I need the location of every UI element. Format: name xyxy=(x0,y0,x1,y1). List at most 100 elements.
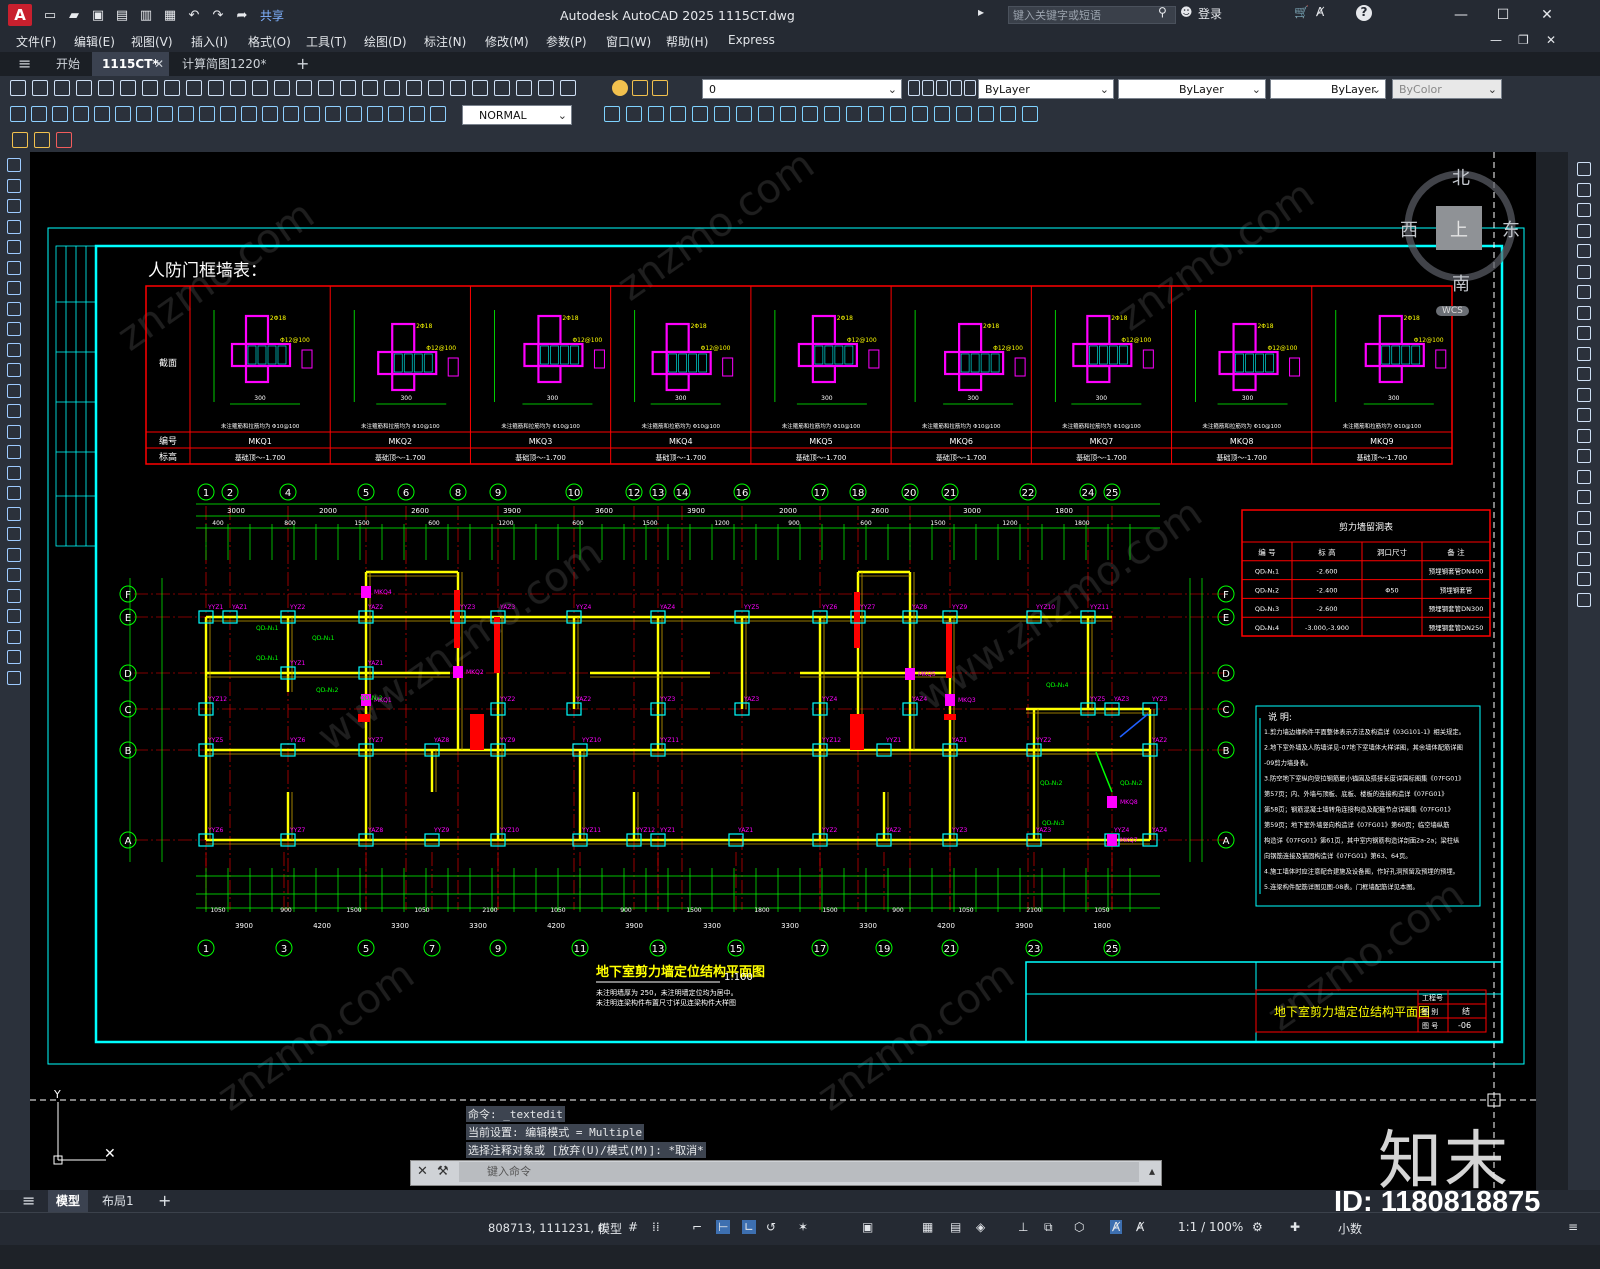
modify-tool-icon[interactable] xyxy=(626,106,642,122)
hamburger-menu-icon[interactable]: ≡ xyxy=(8,52,41,76)
dimension-tool-icon[interactable] xyxy=(283,106,299,122)
standard-tool-icon[interactable] xyxy=(120,80,136,96)
share-icon[interactable]: ➦ xyxy=(232,5,252,25)
attribute-icon[interactable] xyxy=(34,132,50,148)
modify-tool-icon[interactable] xyxy=(934,106,950,122)
menu-tools[interactable]: 工具(T) xyxy=(306,33,347,50)
standard-tool-icon[interactable] xyxy=(318,80,334,96)
lineweight-dropdown[interactable]: ByLayer ⌄ xyxy=(1270,79,1386,99)
redo-icon[interactable]: ↷ xyxy=(208,5,228,25)
linetype-dropdown[interactable]: ByLayer ⌄ xyxy=(1118,79,1266,99)
standard-tool-icon[interactable] xyxy=(76,80,92,96)
viewcube-wcs-menu[interactable]: WCS xyxy=(1436,306,1469,316)
new-file-icon[interactable]: ▭ xyxy=(40,5,60,25)
new-layout-button[interactable]: + xyxy=(150,1190,179,1212)
standard-tool-icon[interactable] xyxy=(208,80,224,96)
save-as-icon[interactable]: ▤ xyxy=(112,5,132,25)
standard-tool-icon[interactable] xyxy=(384,80,400,96)
command-expand-icon[interactable]: ▴ xyxy=(1149,1164,1155,1178)
cart-icon[interactable]: 🛒 xyxy=(1294,5,1309,19)
grid-icon[interactable]: # xyxy=(628,1220,638,1234)
otrack-icon[interactable]: ↺ xyxy=(766,1220,776,1234)
menu-parametric[interactable]: 参数(P) xyxy=(546,33,587,50)
modify-tool-icon[interactable] xyxy=(736,106,752,122)
tab-calc-sketch[interactable]: 计算简图1220* xyxy=(172,52,277,76)
modify-tool-icon[interactable] xyxy=(604,106,620,122)
annotation-monitor-icon[interactable]: ⊥ xyxy=(1018,1220,1028,1234)
draw-tool-icon[interactable] xyxy=(7,322,21,336)
modify-tool-icon[interactable] xyxy=(912,106,928,122)
draw-tool-icon[interactable] xyxy=(7,363,21,377)
workspace-gear-icon[interactable]: ⚙ xyxy=(1252,1220,1263,1234)
draw-tool-icon[interactable] xyxy=(7,465,21,480)
close-icon[interactable]: ✕ xyxy=(1534,4,1560,26)
menu-help[interactable]: 帮助(H) xyxy=(666,33,708,50)
modify-tool-icon[interactable] xyxy=(1577,182,1591,197)
help-icon[interactable]: ? xyxy=(1356,5,1372,21)
draw-tool-icon[interactable] xyxy=(7,670,21,685)
modify-tool-icon[interactable] xyxy=(1577,387,1591,402)
modify-tool-icon[interactable] xyxy=(1022,106,1038,122)
viewcube[interactable]: 北 南 东 西 上 WCS xyxy=(1396,164,1522,324)
dimension-tool-icon[interactable] xyxy=(94,106,110,122)
open-folder-icon[interactable]: ▰ xyxy=(64,5,84,25)
dimension-tool-icon[interactable] xyxy=(304,106,320,122)
modify-tool-icon[interactable] xyxy=(868,106,884,122)
close-command-icon[interactable]: ✕ xyxy=(417,1164,428,1179)
tab-close-icon[interactable]: ✕ xyxy=(152,52,166,76)
standard-tool-icon[interactable] xyxy=(54,80,70,96)
draw-tool-icon[interactable] xyxy=(7,629,21,644)
modify-tool-icon[interactable] xyxy=(692,106,708,122)
isometric-icon[interactable]: ⬡ xyxy=(1074,1220,1084,1234)
dimension-tool-icon[interactable] xyxy=(388,106,404,122)
menu-express[interactable]: Express xyxy=(728,33,775,47)
standard-tool-icon[interactable] xyxy=(252,80,268,96)
draw-tool-icon[interactable] xyxy=(7,383,21,398)
layer-tool-icon[interactable] xyxy=(964,80,976,96)
new-tab-button[interactable]: + xyxy=(286,52,319,76)
dimension-tool-icon[interactable] xyxy=(346,106,362,122)
modify-tool-icon[interactable] xyxy=(758,106,774,122)
modify-tool-icon[interactable] xyxy=(1577,326,1591,340)
draw-tool-icon[interactable] xyxy=(7,506,21,521)
dimension-tool-icon[interactable] xyxy=(241,106,257,122)
modify-tool-icon[interactable] xyxy=(648,106,664,122)
viewcube-west[interactable]: 西 xyxy=(1400,216,1418,242)
modify-tool-icon[interactable] xyxy=(1577,428,1591,443)
dimension-tool-icon[interactable] xyxy=(199,106,215,122)
modify-tool-icon[interactable] xyxy=(1577,244,1591,258)
ucs-toggle-icon[interactable]: ⧉ xyxy=(1044,1220,1053,1235)
modify-tool-icon[interactable] xyxy=(1577,367,1591,381)
refedit-icon[interactable] xyxy=(56,132,72,148)
modify-tool-icon[interactable] xyxy=(1577,346,1591,361)
autodesk-a360-icon[interactable]: Ⱥ xyxy=(1316,5,1324,19)
dimension-tool-icon[interactable] xyxy=(409,106,425,122)
draw-tool-icon[interactable] xyxy=(7,219,21,234)
standard-tool-icon[interactable] xyxy=(32,80,48,96)
standard-tool-icon[interactable] xyxy=(560,80,576,96)
modify-tool-icon[interactable] xyxy=(890,106,906,122)
modify-tool-icon[interactable] xyxy=(1577,264,1591,279)
search-arrow-icon[interactable]: ▸ xyxy=(978,5,984,19)
standard-tool-icon[interactable] xyxy=(98,80,114,96)
dimension-tool-icon[interactable] xyxy=(52,106,68,122)
draw-tool-icon[interactable] xyxy=(7,240,21,254)
modify-tool-icon[interactable] xyxy=(1577,162,1591,176)
draw-tool-icon[interactable] xyxy=(7,486,21,500)
dimension-tool-icon[interactable] xyxy=(220,106,236,122)
layer-lock-icon[interactable] xyxy=(652,80,668,96)
modify-tool-icon[interactable] xyxy=(1577,551,1591,566)
maximize-icon[interactable]: ☐ xyxy=(1490,4,1516,26)
draw-tool-icon[interactable] xyxy=(7,424,21,439)
dimension-tool-icon[interactable] xyxy=(157,106,173,122)
modify-tool-icon[interactable] xyxy=(1577,572,1591,586)
modify-tool-icon[interactable] xyxy=(780,106,796,122)
standard-tool-icon[interactable] xyxy=(362,80,378,96)
osnap-icon[interactable]: ∟ xyxy=(742,1220,757,1234)
draw-tool-icon[interactable] xyxy=(7,609,21,623)
menu-insert[interactable]: 插入(I) xyxy=(191,33,228,50)
dimension-tool-icon[interactable] xyxy=(430,106,446,122)
layer-tool-icon[interactable] xyxy=(908,80,920,96)
layer-tool-icon[interactable] xyxy=(950,80,962,96)
share-button[interactable]: 共享 xyxy=(260,7,284,24)
